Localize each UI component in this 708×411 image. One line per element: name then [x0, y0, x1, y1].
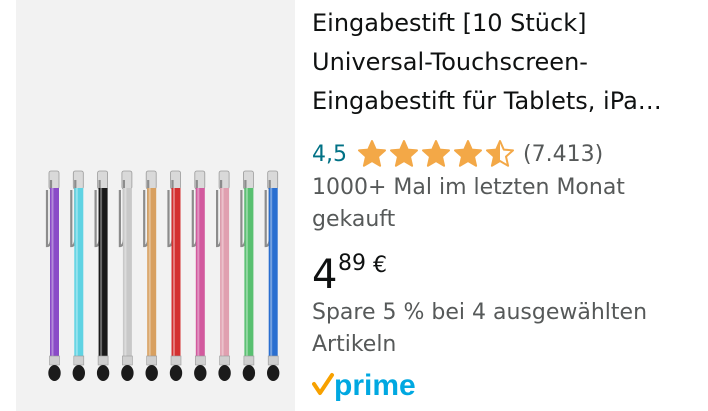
purchase-count-text: 1000+ Mal im letzten Monat gekauft	[312, 175, 625, 232]
savings-offer-text[interactable]: Spare 5 % bei 4 ausgewählten Artikeln	[312, 297, 690, 361]
prime-label: prime	[334, 369, 416, 402]
stylus-pen	[191, 170, 207, 381]
stylus-pen	[143, 170, 158, 381]
prime-logo: prime	[312, 369, 416, 402]
stylus-pen	[118, 170, 134, 381]
stylus-pen	[264, 170, 280, 381]
price-fraction: 89	[338, 251, 366, 276]
star-full-icon	[454, 140, 482, 167]
product-card[interactable]: Eingabestift [10 Stück] Universal-Touchs…	[16, 0, 708, 411]
rating-value[interactable]: 4,5	[312, 142, 347, 167]
stylus-pen	[45, 170, 61, 381]
product-image-container[interactable]	[16, 0, 295, 411]
stylus-pen	[94, 170, 110, 381]
price-whole: 4	[312, 252, 338, 298]
product-title[interactable]: Eingabestift [10 Stück] Universal-Touchs…	[312, 4, 690, 121]
star-full-icon	[422, 140, 450, 167]
star-full-icon	[390, 140, 418, 167]
stylus-pen	[240, 170, 256, 381]
star-full-icon	[358, 140, 386, 167]
rating-row[interactable]: 4,5 (7.413)	[312, 137, 603, 171]
stylus-pens-image[interactable]	[16, 0, 295, 411]
star-rating[interactable]	[357, 139, 517, 169]
stylus-pen	[70, 170, 85, 381]
price-currency: €	[373, 253, 387, 278]
star-half-icon	[486, 140, 514, 167]
prime-check-icon	[312, 373, 334, 395]
stylus-pen	[167, 170, 183, 381]
review-count[interactable]: (7.413)	[523, 142, 603, 167]
stylus-pen	[216, 170, 231, 381]
